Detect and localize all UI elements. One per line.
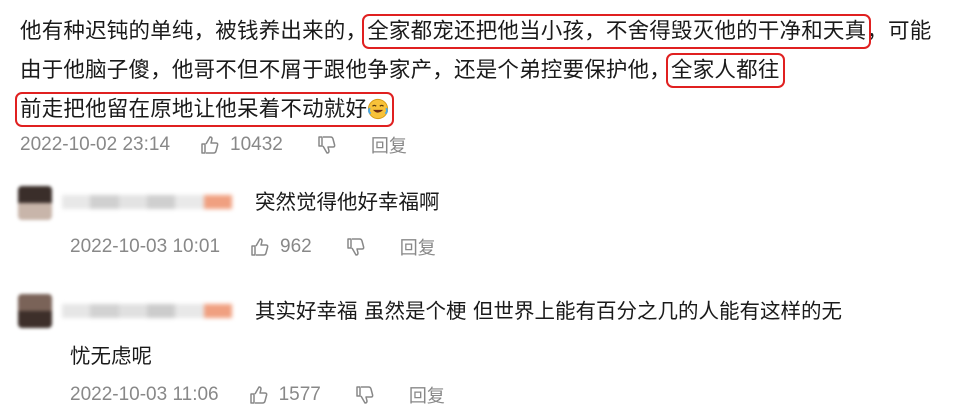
timestamp: 2022-10-02 23:14 (20, 134, 171, 155)
like-count: 962 (280, 236, 312, 257)
username-blurred[interactable] (62, 304, 232, 318)
avatar[interactable] (18, 186, 52, 220)
reply-button[interactable]: 回复 (371, 132, 407, 158)
dislike-button[interactable] (346, 237, 366, 257)
thumbs-up-icon (251, 238, 269, 256)
reply-meta: 2022-10-03 10:01 962 回复 (70, 234, 436, 260)
like-count: 10432 (230, 134, 283, 155)
highlight-box-2b-text: 前走把他留在原地让他呆着不动就好 (20, 97, 368, 122)
reply-text: 突然觉得他好幸福啊 (255, 190, 440, 214)
thumbs-down-icon (356, 386, 374, 404)
thumbs-down-icon (318, 136, 336, 154)
reply-button[interactable]: 回复 (409, 382, 445, 408)
reply-text: 其实好幸福 虽然是个梗 但世界上能有百分之几的人能有这样的无 (255, 292, 945, 331)
highlight-box-1: 全家都宠还把他当小孩，不舍得毁灭他的干净和天真 (362, 14, 872, 49)
dislike-button[interactable] (317, 135, 337, 155)
reply-text-continued: 忧无虑呢 (70, 344, 152, 368)
like-button[interactable]: 962 (250, 236, 312, 258)
reply-text-line-1: 其实好幸福 虽然是个梗 但世界上能有百分之几的人能有这样的无 (255, 299, 843, 323)
main-comment-meta: 2022-10-02 23:14 10432 回复 (20, 132, 407, 158)
timestamp: 2022-10-03 11:06 (70, 384, 219, 405)
avatar[interactable] (18, 294, 52, 328)
thumbs-up-icon (201, 136, 219, 154)
timestamp: 2022-10-03 10:01 (70, 236, 221, 257)
username-blurred[interactable] (62, 195, 232, 209)
reply-button[interactable]: 回复 (400, 234, 436, 260)
comment-segment-1: 他有种迟钝的单纯，被钱养出来的， (20, 19, 368, 44)
crying-laughing-emoji-icon (368, 98, 389, 120)
thumbs-up-icon (249, 386, 268, 404)
main-comment-text: 他有种迟钝的单纯，被钱养出来的，全家都宠还把他当小孩，不舍得毁灭他的干净和天真，… (14, 12, 950, 129)
like-button[interactable]: 1577 (249, 384, 321, 406)
highlight-box-2b: 前走把他留在原地让他呆着不动就好 (14, 92, 395, 127)
highlight-box-2a: 全家人都往 (666, 53, 785, 88)
like-count: 1577 (278, 384, 321, 405)
like-button[interactable]: 10432 (200, 134, 283, 156)
reply-meta: 2022-10-03 11:06 1577 回复 (70, 382, 445, 408)
thumbs-down-icon (346, 238, 365, 256)
dislike-button[interactable] (355, 385, 375, 405)
